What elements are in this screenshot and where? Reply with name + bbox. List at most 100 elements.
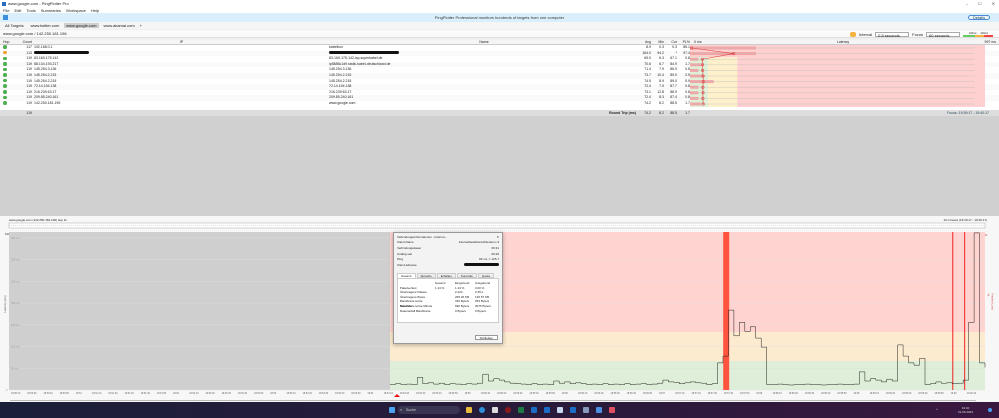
x-tick-label: 18:54:40 [432, 392, 442, 395]
promo-banner: PingPlotter Professional monitors hundre… [0, 13, 999, 22]
x-tick-label: 18:51:30 [124, 392, 134, 395]
col-pl[interactable]: PL% [678, 40, 691, 44]
x-tick-label: 18:59:10 [870, 392, 880, 395]
x-tick-label: 18:52 [173, 392, 180, 395]
app-icon-blue[interactable] [570, 407, 576, 413]
start-icon[interactable] [389, 407, 395, 413]
status-icon [3, 56, 7, 61]
dialog-close-icon[interactable]: ✕ [496, 235, 499, 239]
col-count[interactable]: Count [17, 40, 34, 44]
menu-summaries[interactable]: Summaries [41, 8, 61, 13]
dialog-tab-gesamt[interactable]: Gesamt [397, 272, 416, 278]
menu-workspace[interactable]: Workspace [66, 8, 86, 13]
x-tick-label: 18:57:30 [708, 392, 718, 395]
lat-max-label: 997 ms [984, 40, 996, 44]
y-tick-label: 200 ms [11, 301, 20, 305]
col-min[interactable]: Min [652, 40, 665, 44]
x-tick-label: 18:56:10 [578, 392, 588, 395]
steam-icon[interactable] [557, 407, 563, 413]
x-tick-label: 18:52:20 [205, 392, 215, 395]
latency-legend: 100ms 200ms [963, 32, 994, 37]
col-name[interactable]: Name [329, 40, 639, 44]
focus-select[interactable]: 60 seconds [926, 32, 961, 38]
redacted-ip [34, 51, 89, 55]
x-tick-label: 18:52:10 [189, 392, 199, 395]
redacted-address [464, 263, 499, 267]
title-bar: www.google.com - PingPlotter Pro – ☐ ✕ [0, 0, 999, 7]
dialog-tab-quota[interactable]: Quota [477, 272, 494, 278]
x-tick-label: 18:51:50 [157, 392, 167, 395]
notification-icon[interactable] [988, 408, 992, 412]
x-tick-label: 18:53:30 [319, 392, 329, 395]
x-tick-label: 18:55:40 [529, 392, 539, 395]
status-icon [3, 73, 7, 77]
y-axis-label: Latency (ms) [3, 295, 7, 313]
x-tick-label: 18:54:10 [384, 392, 394, 395]
x-tick-label: 18:56:50 [643, 392, 653, 395]
dialog-tab-sprache[interactable]: Sprache [416, 272, 436, 278]
app-icon-red[interactable] [505, 407, 511, 413]
menu-help[interactable]: Help [91, 8, 99, 13]
name-cell: www.google.com [329, 100, 356, 105]
status-icon [3, 45, 7, 49]
alert-icon[interactable] [850, 32, 856, 37]
tab-all-targets[interactable]: All Targets [3, 23, 26, 28]
interval-label: Interval [859, 32, 873, 37]
lat-min-label: 0 ms [694, 40, 702, 44]
x-tick-label: 18:57:50 [740, 392, 750, 395]
tab-www-google-com[interactable]: www.google.com [64, 23, 99, 28]
x-tick-label: 18:55 [465, 392, 472, 395]
horizontal-scrollbar[interactable] [10, 400, 976, 401]
tab-www-akamai-com[interactable]: www.akamai.com [102, 23, 137, 28]
close-button[interactable]: ✕ [992, 1, 995, 6]
menu-file[interactable]: File [3, 8, 9, 13]
taskbar: Suche ⌕ ^ 19:40 22.06.2023 [0, 402, 999, 418]
interval-select[interactable]: 0.5 seconds [875, 32, 910, 38]
excel-icon[interactable] [518, 407, 524, 413]
word-icon[interactable] [544, 407, 550, 413]
close-dialog-button[interactable]: Schließen [474, 335, 498, 340]
stat-cell: Datenanfall Bandbreite [400, 308, 431, 313]
search-text: Suche [406, 408, 416, 412]
col-ip[interactable]: IP [34, 40, 329, 44]
dialog-tab-erhalten[interactable]: Erhalten [436, 272, 456, 278]
details-button[interactable]: Details [968, 15, 990, 20]
latency-chart [690, 45, 985, 107]
x-tick-label: 18:51:10 [92, 392, 102, 395]
x-tick-label: 18:51 [76, 392, 83, 395]
col-avg[interactable]: Avg [639, 40, 652, 44]
outlook-icon[interactable] [531, 407, 537, 413]
col-cur[interactable]: Cur [665, 40, 678, 44]
status-icon [3, 101, 7, 105]
target-path-text: www.google.com / 142.250.181.196 [3, 31, 67, 36]
x-tick-label: 18:52:30 [222, 392, 232, 395]
maximize-button[interactable]: ☐ [978, 1, 982, 6]
x-tick-label: 18:50:40 [43, 392, 53, 395]
clock[interactable]: 19:40 22.06.2023 [958, 406, 973, 414]
file-explorer-icon[interactable] [466, 407, 472, 413]
status-icon [3, 90, 7, 94]
x-tick-label: 18:56:30 [610, 392, 620, 395]
col-hop[interactable]: Hop [0, 40, 17, 44]
pingplotter-icon[interactable] [596, 407, 602, 413]
add-tab-button[interactable]: + [140, 23, 142, 28]
no-data-area [9, 232, 390, 390]
minimize-button[interactable]: – [966, 1, 968, 6]
app-icon-pink[interactable] [609, 407, 615, 413]
col-latency: Latency [836, 40, 850, 44]
search-box[interactable]: Suche [398, 406, 460, 414]
tray-chevron-icon[interactable]: ^ [936, 407, 938, 412]
x-tick-label: 18:59:40 [918, 392, 928, 395]
x-tick-label: 18:52:50 [254, 392, 264, 395]
y-tick-label: 350 ms [11, 236, 20, 240]
teamspeak-icon[interactable] [583, 407, 589, 413]
tab-www-twitter-com[interactable]: www.twitter.com [29, 23, 62, 28]
dialog-tab-kontrolle[interactable]: Kontrolle [456, 272, 477, 278]
menu-tools[interactable]: Tools [26, 8, 35, 13]
edge-icon[interactable] [479, 407, 485, 413]
store-icon[interactable] [492, 407, 498, 413]
x-tick-label: 18:58:20 [789, 392, 799, 395]
menu-edit[interactable]: Edit [14, 8, 21, 13]
connection-info-dialog: Verbindungsinformationen - Internet... ✕… [393, 232, 503, 344]
x-tick-label: 18:54:50 [448, 392, 458, 395]
